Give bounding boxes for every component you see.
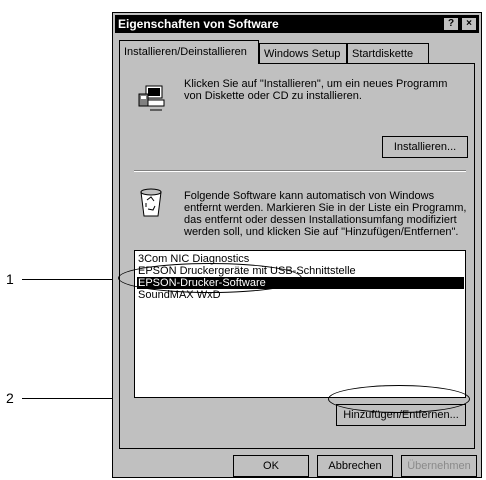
tab-install-uninstall[interactable]: Installieren/Deinstallieren: [119, 40, 259, 64]
title-bar: Eigenschaften von Software ? ×: [115, 15, 479, 33]
tab-windows-setup[interactable]: Windows Setup: [259, 43, 347, 63]
callout-ellipse-2: [328, 385, 470, 413]
callout-ellipse-1: [118, 263, 302, 293]
ok-button[interactable]: OK: [233, 455, 309, 477]
uninstall-text-line3: das entfernt oder dessen Installationsum…: [184, 214, 457, 226]
close-button[interactable]: ×: [461, 17, 477, 31]
callout-number-1: 1: [6, 271, 14, 287]
cancel-button[interactable]: Abbrechen: [317, 455, 393, 477]
recycle-bin-icon: [140, 188, 162, 217]
tab-startup-disk[interactable]: Startdiskette: [347, 43, 429, 63]
uninstall-text-line2: entfernt werden. Markieren Sie in der Li…: [184, 202, 467, 214]
callout-number-2: 2: [6, 390, 14, 406]
install-text-line2: von Diskette oder CD zu installieren.: [184, 90, 362, 102]
install-program-icon: [138, 85, 165, 111]
section-divider: [134, 170, 466, 172]
callout-line-1: [22, 279, 124, 280]
apply-button[interactable]: Übernehmen: [401, 455, 477, 477]
uninstall-text-line4: werden soll, und klicken Sie auf "Hinzuf…: [184, 226, 459, 238]
window-title: Eigenschaften von Software: [118, 17, 279, 31]
install-button[interactable]: Installieren...: [382, 136, 468, 158]
install-text-line1: Klicken Sie auf "Installieren", um ein n…: [184, 78, 448, 90]
help-button[interactable]: ?: [443, 17, 459, 31]
uninstall-text-line1: Folgende Software kann automatisch von W…: [184, 190, 435, 202]
